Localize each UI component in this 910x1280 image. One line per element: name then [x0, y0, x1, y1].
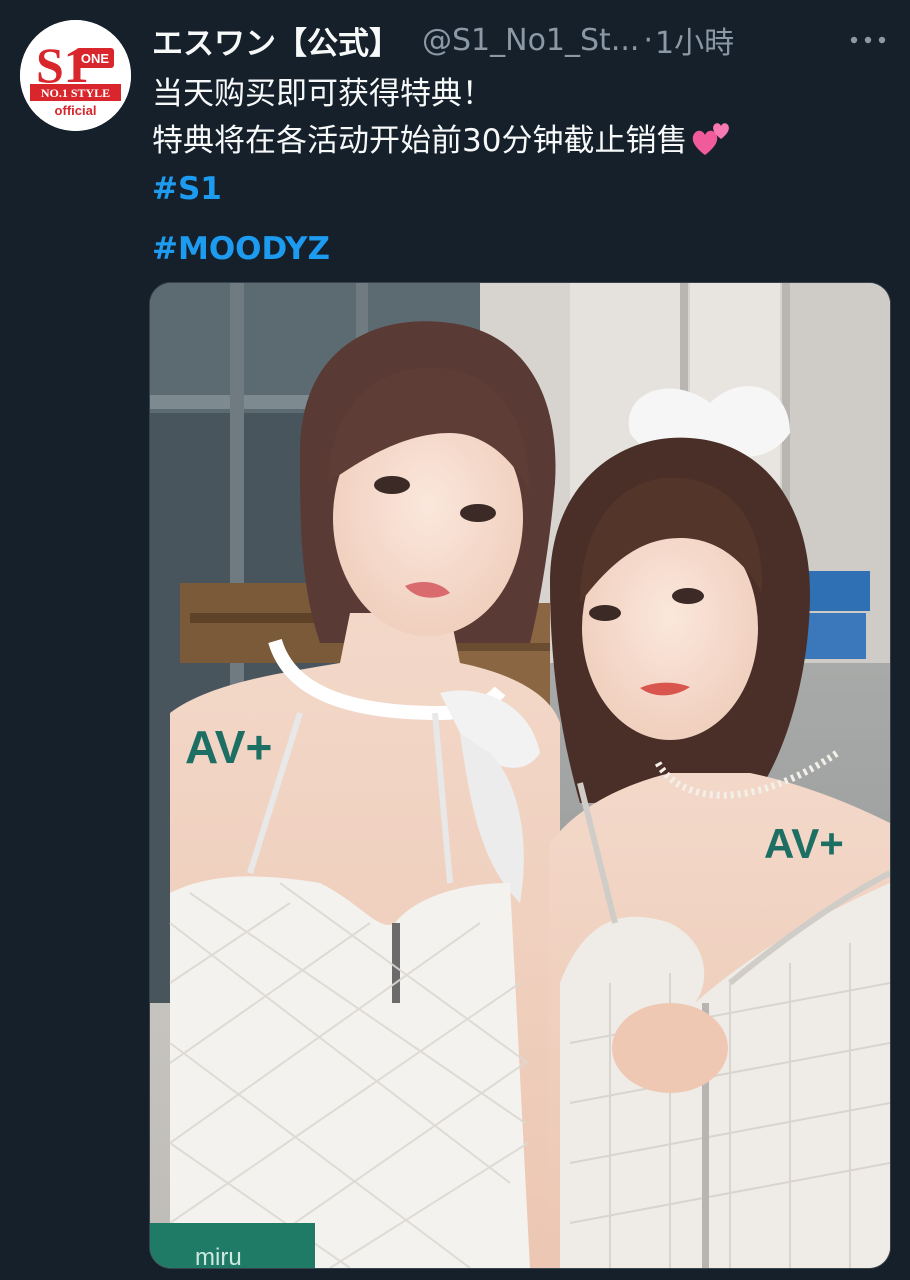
logo-style-text: NO.1 STYLE	[41, 86, 110, 100]
logo-one-text: ONE	[81, 51, 110, 66]
tweet-line-2: 特典将在各活动开始前30分钟截止销售	[152, 123, 688, 159]
tweet-photo[interactable]: AV+ miru AV+	[149, 282, 891, 1269]
two-hearts-icon	[693, 123, 730, 155]
user-handle[interactable]: @S1_No1_St...	[422, 23, 639, 58]
s1-logo-icon: S1 ONE NO.1 STYLE official	[20, 20, 131, 131]
tweet-header: エスワン【公式】 @S1_No1_St... · 1小時	[152, 18, 892, 62]
tweet-text: 当天购买即可获得特典！ 特典将在各活动开始前30分钟截止销售 #S1 #MOOD…	[152, 72, 892, 271]
partial-label: miru	[195, 1244, 242, 1268]
display-name[interactable]: エスワン【公式】	[152, 18, 400, 63]
tweet: S1 ONE NO.1 STYLE official エスワン【公式】 @S1_…	[0, 0, 910, 1280]
timestamp[interactable]: 1小時	[655, 18, 734, 62]
logo-official-text: official	[55, 103, 97, 118]
hashtag-moodyz[interactable]: #MOODYZ	[152, 227, 892, 271]
more-options-icon[interactable]	[846, 26, 890, 54]
separator-dot: ·	[643, 22, 653, 58]
tweet-line-2-wrap: 特典将在各活动开始前30分钟截止销售	[152, 119, 892, 163]
tweet-line-1: 当天购买即可获得特典！	[152, 76, 493, 112]
body-mark-left: AV+	[185, 721, 272, 773]
avatar[interactable]: S1 ONE NO.1 STYLE official	[20, 20, 131, 131]
body-mark-right: AV+	[764, 820, 844, 867]
photo-illustration: AV+ miru AV+	[150, 283, 890, 1268]
hashtag-s1[interactable]: #S1	[152, 167, 892, 211]
